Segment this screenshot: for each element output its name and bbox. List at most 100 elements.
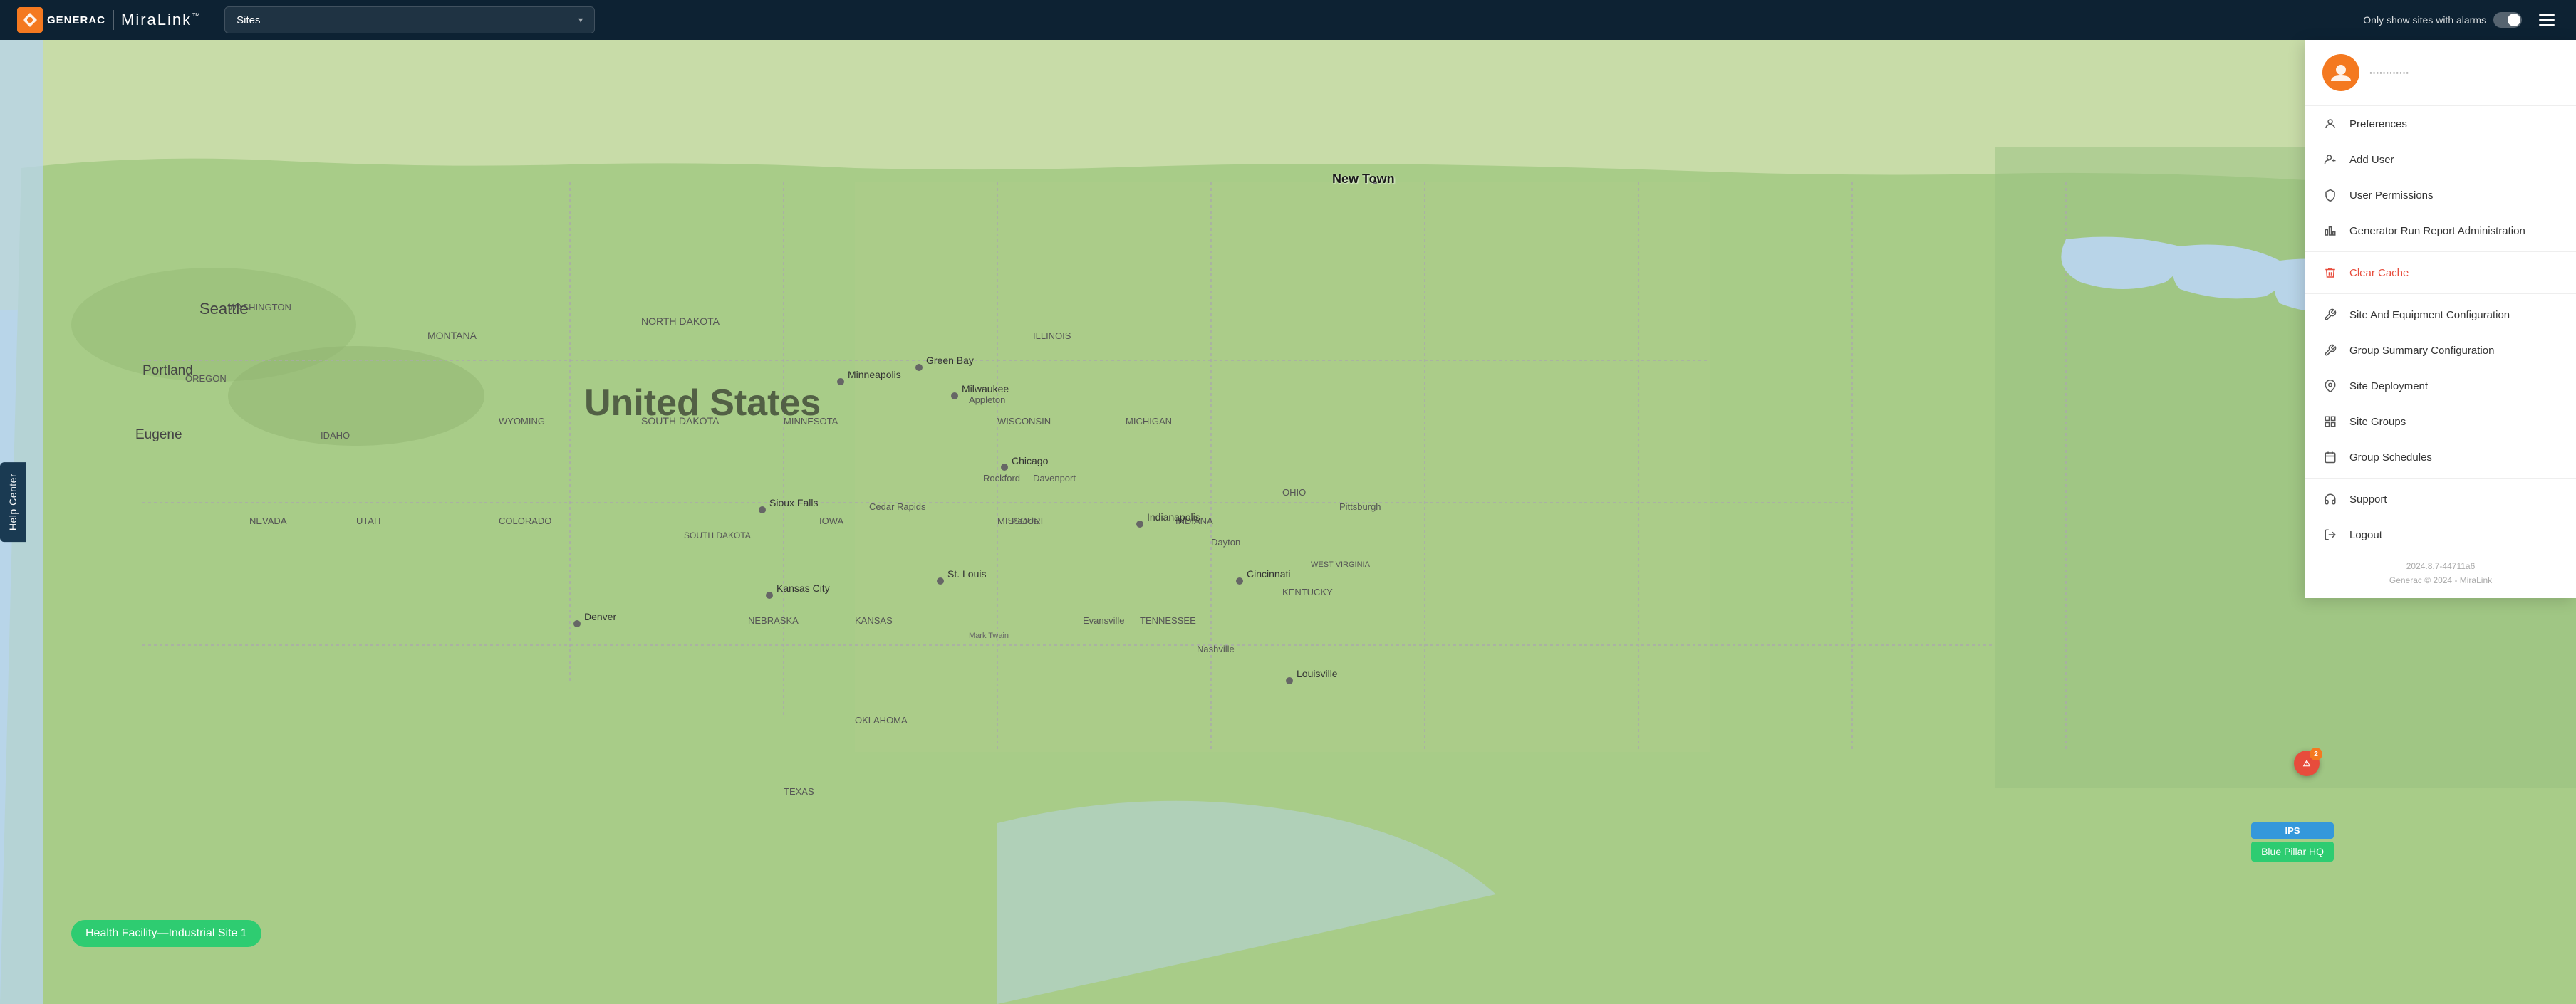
marker-alarm-icon: ⚠ bbox=[2303, 758, 2311, 768]
headphones-icon bbox=[2322, 491, 2338, 507]
svg-text:KANSAS: KANSAS bbox=[855, 615, 893, 626]
alarm-marker[interactable]: ⚠ 2 bbox=[2294, 751, 2320, 776]
support-label: Support bbox=[2349, 493, 2387, 506]
menu-item-support[interactable]: Support bbox=[2305, 481, 2576, 517]
svg-text:SOUTH DAKOTA: SOUTH DAKOTA bbox=[684, 530, 751, 540]
menu-item-add-user[interactable]: Add User bbox=[2305, 142, 2576, 177]
user-details: ············ bbox=[2369, 67, 2409, 78]
version-text: 2024.8.7-44711a6 bbox=[2305, 553, 2576, 574]
dropdown-arrow-icon: ▾ bbox=[578, 15, 583, 25]
menu-divider-1 bbox=[2305, 251, 2576, 252]
svg-text:Mark Twain: Mark Twain bbox=[969, 632, 1009, 640]
svg-text:Chicago: Chicago bbox=[1012, 455, 1049, 466]
svg-text:Green Bay: Green Bay bbox=[926, 355, 974, 366]
user-dropdown-menu: ············ Preferences Add User User P… bbox=[2305, 40, 2576, 598]
svg-text:Peoria: Peoria bbox=[1012, 516, 1039, 526]
map-container: Seattle Portland Eugene WASHINGTON OREGO… bbox=[0, 40, 2576, 1004]
site-equipment-config-label: Site And Equipment Configuration bbox=[2349, 309, 2510, 321]
user-info-section: ············ bbox=[2305, 40, 2576, 106]
ips-badge: IPS bbox=[2251, 822, 2334, 839]
menu-item-group-schedules[interactable]: Group Schedules bbox=[2305, 439, 2576, 475]
person-add-icon bbox=[2322, 152, 2338, 167]
add-user-label: Add User bbox=[2349, 154, 2394, 166]
svg-text:WASHINGTON: WASHINGTON bbox=[228, 302, 291, 313]
svg-text:IOWA: IOWA bbox=[819, 516, 844, 526]
svg-text:MONTANA: MONTANA bbox=[427, 330, 477, 341]
menu-item-site-deployment[interactable]: Site Deployment bbox=[2305, 368, 2576, 404]
svg-text:Pittsburgh: Pittsburgh bbox=[1339, 501, 1381, 512]
svg-text:NORTH DAKOTA: NORTH DAKOTA bbox=[641, 315, 720, 327]
svg-text:Louisville: Louisville bbox=[1297, 668, 1338, 679]
svg-text:OREGON: OREGON bbox=[185, 373, 227, 384]
site-groups-label: Site Groups bbox=[2349, 416, 2406, 428]
header-right: Only show sites with alarms bbox=[2363, 9, 2559, 31]
svg-text:Cedar Rapids: Cedar Rapids bbox=[869, 501, 926, 512]
logout-icon bbox=[2322, 527, 2338, 543]
generac-logo: GENERAC bbox=[17, 7, 105, 33]
bar-chart-icon bbox=[2322, 223, 2338, 239]
menu-item-group-summary-config[interactable]: Group Summary Configuration bbox=[2305, 333, 2576, 368]
svg-text:Milwaukee: Milwaukee bbox=[962, 383, 1009, 394]
logout-label: Logout bbox=[2349, 529, 2382, 541]
wrench-icon bbox=[2322, 307, 2338, 323]
alarm-toggle-switch[interactable] bbox=[2493, 12, 2522, 28]
svg-text:Kansas City: Kansas City bbox=[777, 582, 830, 594]
svg-text:WISCONSIN: WISCONSIN bbox=[997, 416, 1051, 427]
help-center-tab-wrapper: Help Center bbox=[0, 462, 26, 542]
map-tooltip: Health Facility—Industrial Site 1 bbox=[71, 920, 261, 947]
menu-item-generator-run-report[interactable]: Generator Run Report Administration bbox=[2305, 213, 2576, 249]
logo-area: GENERAC MiraLink™ bbox=[17, 7, 202, 33]
svg-text:Denver: Denver bbox=[584, 611, 616, 622]
help-center-tab[interactable]: Help Center bbox=[0, 462, 26, 542]
svg-text:IDAHO: IDAHO bbox=[321, 430, 350, 441]
us-label: United States bbox=[584, 382, 821, 424]
svg-text:TEXAS: TEXAS bbox=[784, 786, 814, 797]
svg-text:Minneapolis: Minneapolis bbox=[848, 369, 901, 380]
generac-icon bbox=[17, 7, 43, 33]
svg-text:TENNESSEE: TENNESSEE bbox=[1140, 615, 1196, 626]
svg-text:Cincinnati: Cincinnati bbox=[1247, 568, 1290, 580]
blue-pillar-badge: Blue Pillar HQ bbox=[2251, 842, 2334, 862]
svg-text:Dayton: Dayton bbox=[1211, 537, 1240, 548]
generac-text: GENERAC bbox=[47, 14, 105, 26]
svg-text:Nashville: Nashville bbox=[1197, 644, 1235, 654]
user-permissions-label: User Permissions bbox=[2349, 189, 2434, 202]
copyright-text: Generac © 2024 - MiraLink bbox=[2305, 574, 2576, 587]
alarm-toggle-container: Only show sites with alarms bbox=[2363, 12, 2522, 28]
app-header: GENERAC MiraLink™ Sites ▾ Only show site… bbox=[0, 0, 2576, 40]
svg-text:Evansville: Evansville bbox=[1083, 615, 1125, 626]
hamburger-line-2 bbox=[2539, 19, 2555, 21]
logo-divider bbox=[113, 10, 114, 30]
group-summary-config-label: Group Summary Configuration bbox=[2349, 345, 2494, 357]
menu-item-logout[interactable]: Logout bbox=[2305, 517, 2576, 553]
svg-text:WEST VIRGINIA: WEST VIRGINIA bbox=[1311, 560, 1371, 569]
user-display-name: ············ bbox=[2369, 67, 2409, 78]
person-icon bbox=[2322, 116, 2338, 132]
svg-text:NEVADA: NEVADA bbox=[249, 516, 287, 526]
menu-item-preferences[interactable]: Preferences bbox=[2305, 106, 2576, 142]
hamburger-line-1 bbox=[2539, 14, 2555, 16]
toggle-knob bbox=[2508, 14, 2520, 26]
svg-text:Appleton: Appleton bbox=[969, 394, 1005, 405]
calendar-icon bbox=[2322, 449, 2338, 465]
svg-text:MICHIGAN: MICHIGAN bbox=[1126, 416, 1172, 427]
svg-text:KENTUCKY: KENTUCKY bbox=[1282, 587, 1333, 597]
menu-item-clear-cache[interactable]: Clear Cache bbox=[2305, 255, 2576, 291]
sites-dropdown[interactable]: Sites ▾ bbox=[224, 6, 595, 33]
shield-icon bbox=[2322, 187, 2338, 203]
svg-text:COLORADO: COLORADO bbox=[499, 516, 551, 526]
miralink-logo-text: MiraLink™ bbox=[121, 11, 202, 29]
site-deployment-label: Site Deployment bbox=[2349, 380, 2428, 392]
menu-item-site-groups[interactable]: Site Groups bbox=[2305, 404, 2576, 439]
svg-text:Indianapolis: Indianapolis bbox=[1147, 511, 1200, 523]
group-schedules-label: Group Schedules bbox=[2349, 451, 2432, 464]
svg-text:UTAH: UTAH bbox=[356, 516, 380, 526]
menu-item-user-permissions[interactable]: User Permissions bbox=[2305, 177, 2576, 213]
svg-text:Sioux Falls: Sioux Falls bbox=[769, 497, 818, 508]
alarm-count-badge: 2 bbox=[2310, 748, 2322, 760]
generator-run-report-label: Generator Run Report Administration bbox=[2349, 225, 2525, 237]
menu-item-site-equipment-config[interactable]: Site And Equipment Configuration bbox=[2305, 297, 2576, 333]
grid-icon bbox=[2322, 414, 2338, 429]
menu-divider-3 bbox=[2305, 478, 2576, 479]
menu-button[interactable] bbox=[2536, 9, 2559, 31]
